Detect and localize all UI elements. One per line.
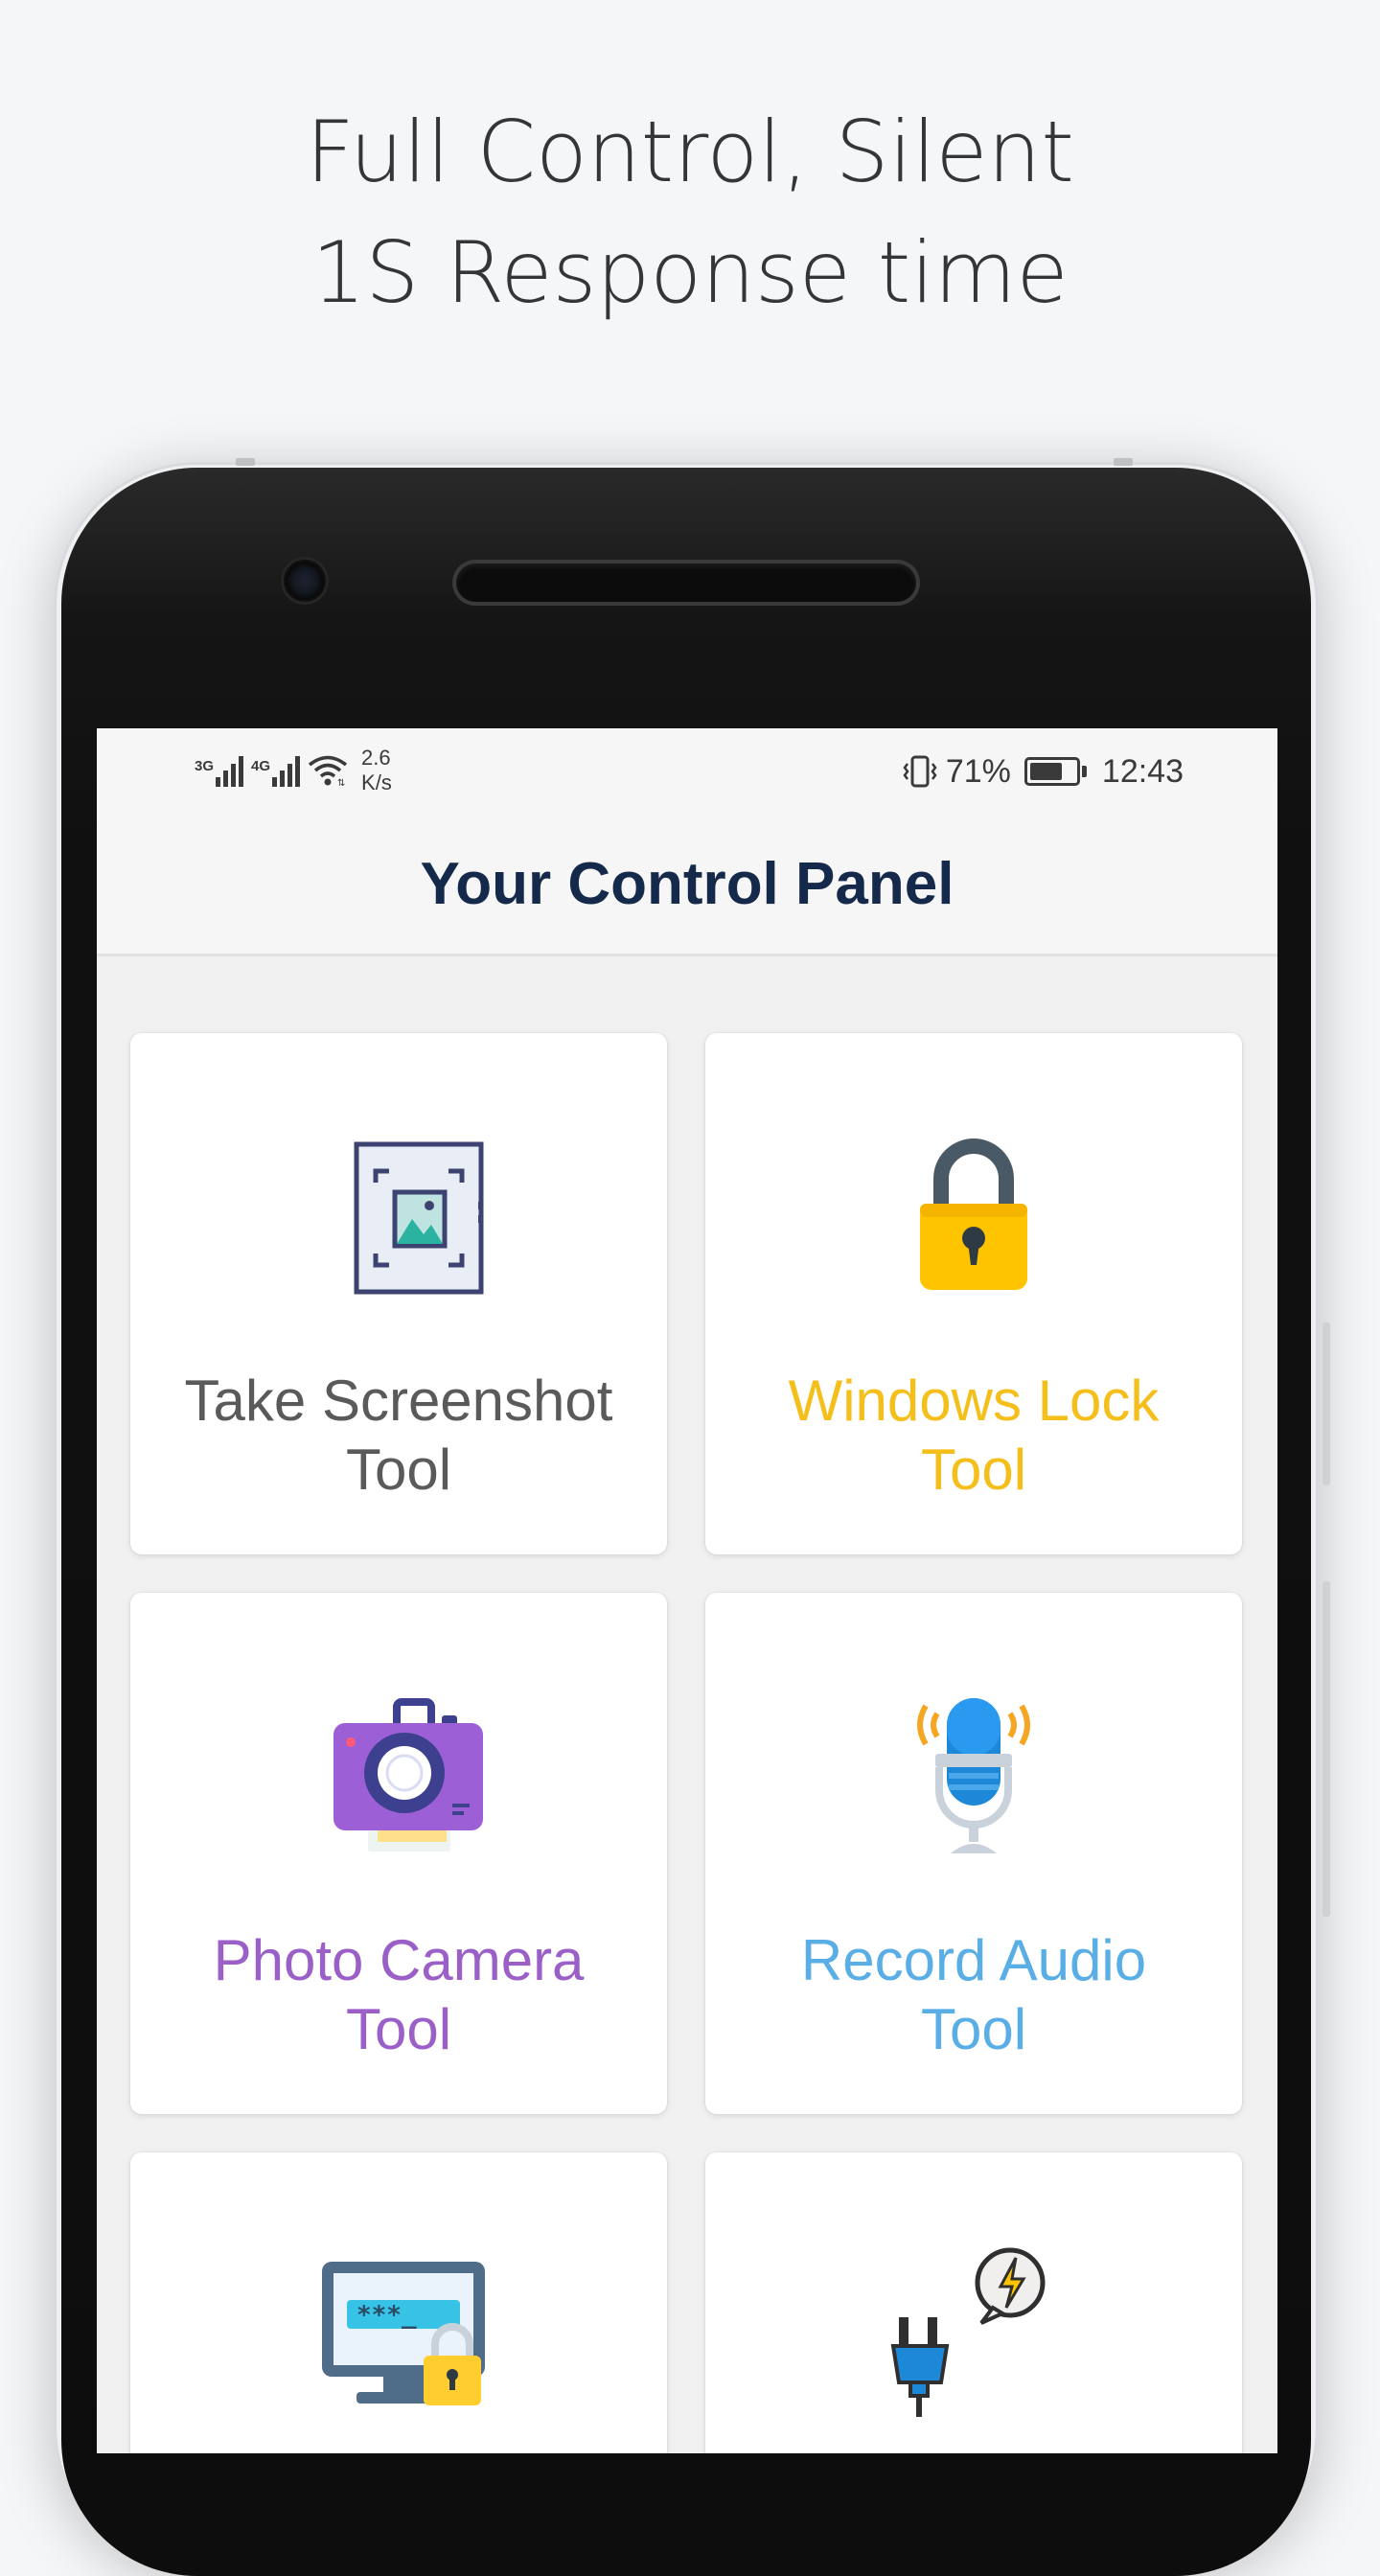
battery-icon [1024, 757, 1087, 786]
network-3g-indicator: 3G [195, 754, 244, 787]
headline-line-1: Full Control, Silent [306, 103, 1074, 201]
status-right: 71% 12:43 [902, 746, 1184, 797]
phone-top-detail-right [1114, 458, 1133, 466]
phone-top-detail-left [236, 458, 255, 466]
record-audio-tool-label: Record Audio Tool [724, 1926, 1223, 2064]
tool-label-line: Windows Lock [788, 1368, 1160, 1433]
password-lock-tool-card[interactable]: ***_ [130, 2152, 667, 2453]
status-left: 3G 4G ⇅ 2.6 K/s [195, 744, 392, 797]
headline-line-2: 1S Response time [311, 223, 1069, 322]
network-speed: 2.6 K/s [361, 746, 392, 795]
tool-label-line: Take Screenshot [184, 1368, 613, 1433]
tool-grid: Take Screenshot Tool Windows Lock Tool P… [130, 1033, 1244, 2453]
clock: 12:43 [1101, 752, 1184, 790]
network-4g-label: 4G [251, 758, 271, 774]
power-plug-icon [890, 2247, 1046, 2417]
phone-power-button [1322, 1581, 1330, 1917]
photo-camera-tool-card[interactable]: Photo Camera Tool [130, 1593, 667, 2114]
svg-text:***_: ***_ [356, 2301, 417, 2330]
photo-camera-tool-label: Photo Camera Tool [150, 1926, 648, 2064]
screenshot-icon [354, 1141, 484, 1295]
phone-volume-button [1322, 1322, 1330, 1485]
network-speed-value: 2.6 [361, 746, 391, 770]
camera-icon [334, 1698, 483, 1852]
promo-headline: Full Control, Silent 1S Response time [0, 92, 1380, 334]
front-camera [284, 560, 326, 602]
earpiece-speaker [456, 564, 916, 602]
signal-bars-icon [272, 754, 301, 787]
microphone-icon [917, 1698, 1030, 1853]
phone-screen: 3G 4G ⇅ 2.6 K/s 71% 12:43 Your Control P… [97, 728, 1277, 2453]
svg-text:⇅: ⇅ [337, 778, 345, 788]
record-audio-tool-card[interactable]: Record Audio Tool [705, 1593, 1242, 2114]
take-screenshot-tool-card[interactable]: Take Screenshot Tool [130, 1033, 667, 1554]
tool-label-line: Tool [345, 1997, 452, 2061]
windows-lock-tool-label: Windows Lock Tool [724, 1367, 1223, 1505]
signal-bars-icon [216, 754, 244, 787]
page-title: Your Control Panel [420, 851, 954, 917]
status-bar: 3G 4G ⇅ 2.6 K/s 71% 12:43 [97, 728, 1277, 813]
vibrate-icon [903, 755, 937, 788]
app-bar: Your Control Panel [97, 813, 1277, 956]
padlock-icon [920, 1138, 1027, 1290]
tool-label-line: Tool [345, 1438, 452, 1502]
network-3g-label: 3G [195, 758, 215, 774]
wifi-icon: ⇅ [308, 755, 348, 788]
tool-label-line: Photo Camera [213, 1928, 585, 1992]
tool-label-line: Tool [920, 1438, 1027, 1502]
password-monitor-icon: ***_ [322, 2262, 485, 2405]
tool-label-line: Record Audio [800, 1928, 1147, 1992]
network-speed-unit: K/s [361, 770, 392, 794]
network-4g-indicator: 4G [251, 754, 301, 787]
windows-lock-tool-card[interactable]: Windows Lock Tool [705, 1033, 1242, 1554]
battery-percent: 71% [945, 752, 1011, 790]
power-tool-card[interactable] [705, 2152, 1242, 2453]
take-screenshot-tool-label: Take Screenshot Tool [150, 1367, 648, 1505]
tool-label-line: Tool [920, 1997, 1027, 2061]
